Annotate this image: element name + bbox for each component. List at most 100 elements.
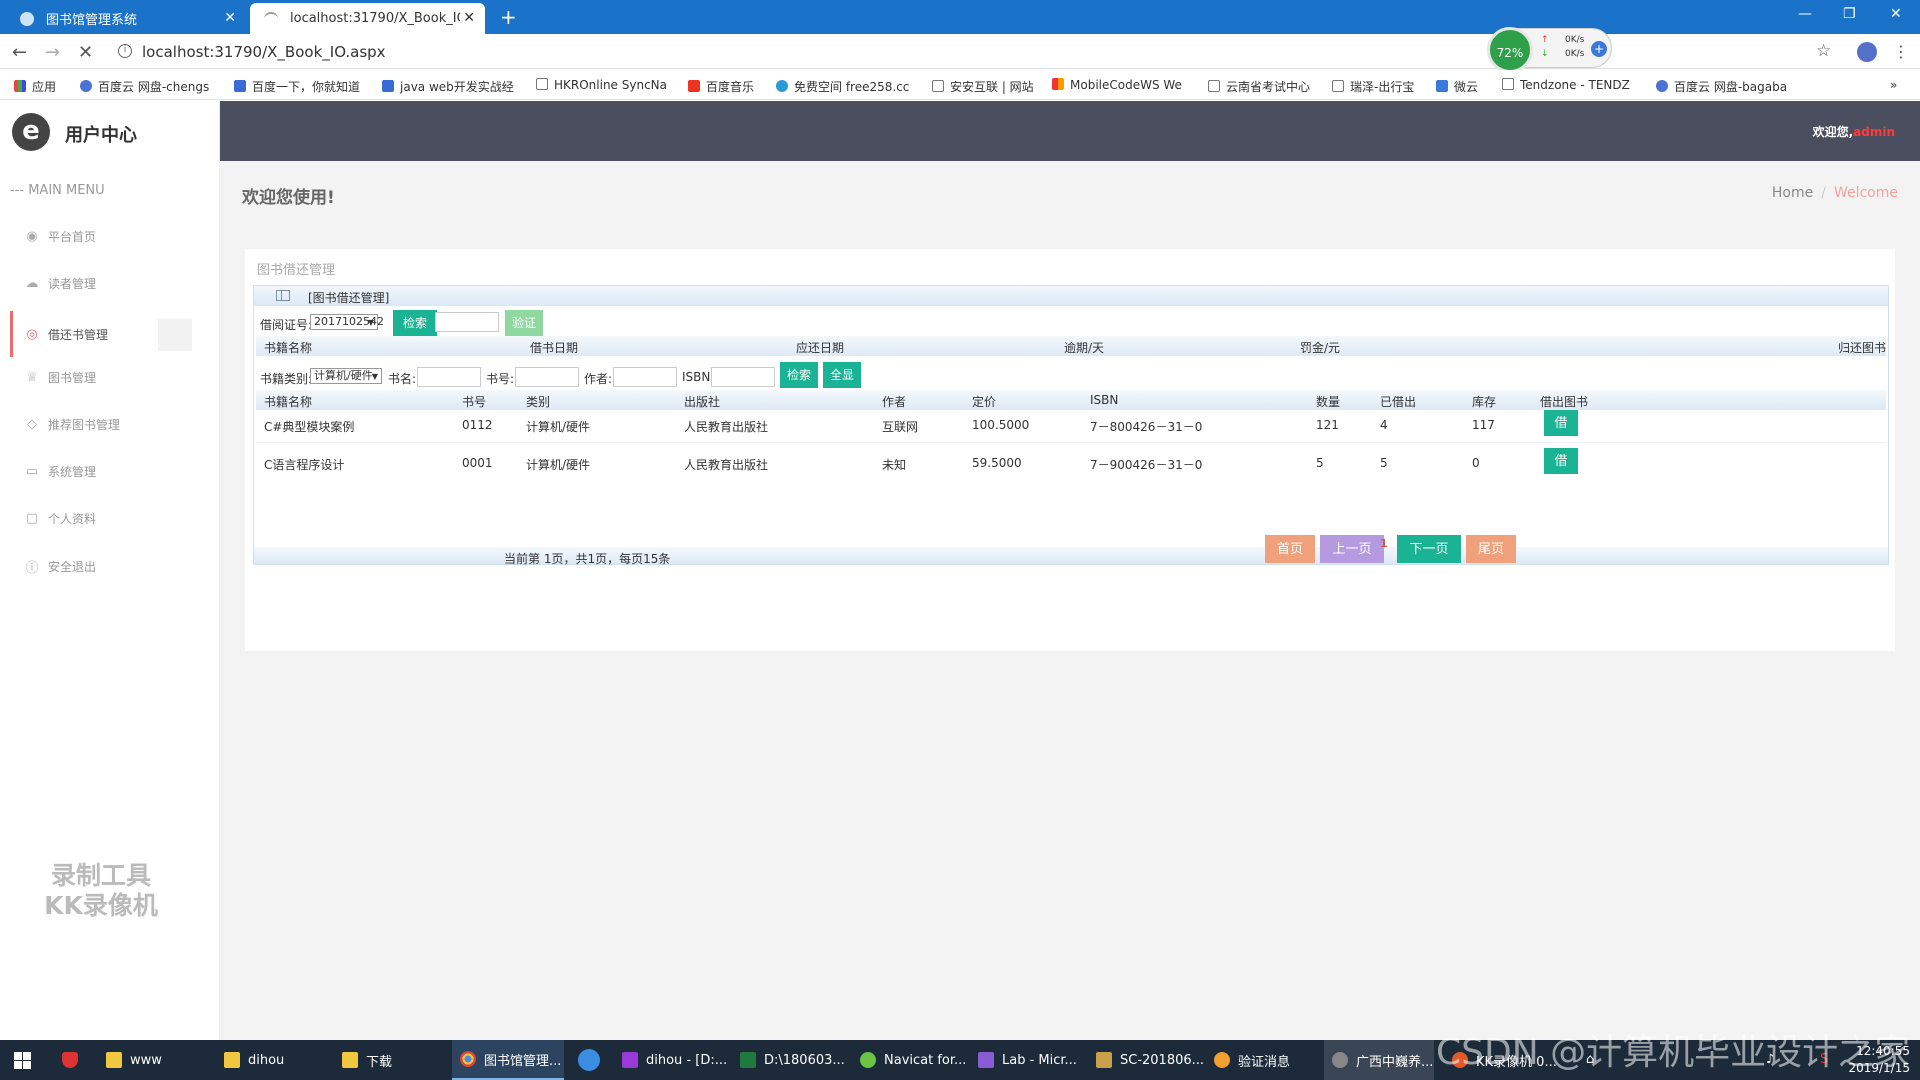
taskbar-item[interactable]: dihou xyxy=(224,1040,284,1080)
cell-author: 未知 xyxy=(882,458,907,472)
page-header: 欢迎您使用! Home / Welcome xyxy=(220,161,1920,223)
sidebar-item-recommend[interactable]: ◇ 推荐图书管理 xyxy=(24,409,194,439)
taskbar-item[interactable]: Navicat for... xyxy=(860,1040,966,1080)
card-label: 借阅证号: xyxy=(260,318,313,332)
taskbar-item[interactable]: 下载 xyxy=(342,1040,392,1080)
sidebar-item-profile[interactable]: ▢ 个人资料 xyxy=(24,503,194,533)
gear-icon xyxy=(1332,1052,1348,1068)
bookmark-item[interactable]: java web开发实战经 xyxy=(382,78,514,95)
forward-icon[interactable]: → xyxy=(45,42,60,63)
tab-close-icon[interactable]: ✕ xyxy=(463,10,475,26)
minimize-icon[interactable]: — xyxy=(1798,6,1812,22)
cell-price: 59.5000 xyxy=(972,456,1022,470)
bookmark-item[interactable]: 云南省考试中心 xyxy=(1208,78,1310,95)
bookmark-item[interactable]: 应用 xyxy=(14,78,56,95)
inner-panel: [图书借还管理] 借阅证号: 2017102542 检索 验证 书籍名称 借书日… xyxy=(253,285,1889,553)
cell-publisher: 人民教育出版社 xyxy=(684,420,769,434)
bookmark-item[interactable]: 瑞泽-出行宝 xyxy=(1332,78,1414,95)
borrow-book-button[interactable]: 借 xyxy=(1544,448,1578,474)
tab-book-io[interactable]: localhost:31790/X_Book_IO.as ✕ xyxy=(250,3,485,34)
book-name-input[interactable] xyxy=(417,367,481,387)
sidebar-item-home[interactable]: ◉ 平台首页 xyxy=(24,221,194,251)
book-search-button[interactable]: 检索 xyxy=(780,362,818,388)
taskbar-item[interactable]: 验证消息 xyxy=(1214,1040,1290,1080)
sidebar-item-system[interactable]: ▭ 系统管理 xyxy=(24,456,194,486)
prev-page-button[interactable]: 上一页 xyxy=(1320,535,1384,563)
url-input[interactable]: localhost:31790/X_Book_IO.aspx xyxy=(142,43,386,61)
sidebar-item-books[interactable]: ♕ 图书管理 xyxy=(24,362,194,392)
shield-app-icon[interactable] xyxy=(62,1040,86,1080)
last-page-button[interactable]: 尾页 xyxy=(1466,535,1516,563)
verify-input[interactable] xyxy=(435,312,499,332)
menu-title: --- MAIN MENU xyxy=(10,183,105,198)
column-header: 库存 xyxy=(1472,395,1497,409)
column-header: 书号 xyxy=(462,395,487,409)
next-page-button[interactable]: 下一页 xyxy=(1397,535,1461,563)
cell-stock: 0 xyxy=(1472,456,1480,470)
author-input[interactable] xyxy=(613,367,677,387)
speed-plus-icon[interactable]: + xyxy=(1591,41,1607,57)
borrow-search-button[interactable]: 检索 xyxy=(393,310,437,336)
bookmark-item[interactable]: 百度云 网盘-bagaba xyxy=(1656,78,1787,95)
bookmark-item[interactable]: 免费空间 free258.cc xyxy=(776,78,909,95)
borrow-book-button[interactable]: 借 xyxy=(1544,410,1578,436)
breadcrumb-current: Welcome xyxy=(1833,185,1898,201)
isbn-input[interactable] xyxy=(711,367,775,387)
column-header: 作者 xyxy=(882,395,907,409)
message-icon xyxy=(1214,1052,1230,1068)
sidebar-item-readers[interactable]: ☁ 读者管理 xyxy=(24,268,194,298)
cell-stock: 117 xyxy=(1472,418,1495,432)
cloud-icon xyxy=(80,80,92,92)
network-speed-widget[interactable]: 72% 0K/s 0K/s ↑ ↓ + xyxy=(1487,27,1612,73)
isbn-label: ISBN: xyxy=(682,370,715,384)
bookmark-item[interactable]: 百度云 网盘-chengs xyxy=(80,78,209,95)
windows-start-icon[interactable] xyxy=(14,1052,31,1069)
bookmark-item[interactable]: 百度音乐 xyxy=(688,78,754,95)
book-no-input[interactable] xyxy=(515,367,579,387)
username[interactable]: admin xyxy=(1853,125,1895,139)
page-icon xyxy=(1502,78,1514,90)
restore-icon[interactable]: ❐ xyxy=(1843,6,1856,22)
verify-button[interactable]: 验证 xyxy=(505,310,543,336)
tab-close-icon[interactable]: ✕ xyxy=(224,10,236,26)
profile-avatar[interactable] xyxy=(1857,42,1877,62)
bookmark-item[interactable]: 百度一下，你就知道 xyxy=(234,78,360,95)
site-info-icon[interactable]: i xyxy=(118,44,132,58)
page-loading-icon xyxy=(264,12,278,26)
stop-reload-icon[interactable]: ✕ xyxy=(78,42,93,63)
back-icon[interactable]: ← xyxy=(12,42,27,63)
bookmark-item[interactable]: Tendzone - TENDZ xyxy=(1502,78,1630,92)
bookmark-item[interactable]: 安安互联 | 网站 xyxy=(932,78,1034,95)
tab-library-system[interactable]: 图书馆管理系统 ✕ xyxy=(6,3,246,34)
logo-icon: e xyxy=(12,113,50,151)
sidebar-item-borrow-return[interactable]: ◎ 借还书管理 xyxy=(10,311,194,357)
cell-qty: 5 xyxy=(1316,456,1324,470)
bookmark-item[interactable]: HKROnline SyncNa xyxy=(536,78,667,92)
bookmarks-overflow-icon[interactable]: » xyxy=(1890,78,1897,92)
cloud-icon: ☁ xyxy=(25,275,39,291)
taskbar-item[interactable]: 图书馆管理... xyxy=(452,1040,564,1080)
first-page-button[interactable]: 首页 xyxy=(1265,535,1315,563)
browser-icon[interactable] xyxy=(578,1040,608,1080)
bookmark-item[interactable]: MobileCodeWS We xyxy=(1052,78,1182,92)
show-all-button[interactable]: 全显 xyxy=(823,362,861,388)
bookmark-star-icon[interactable]: ☆ xyxy=(1816,41,1831,61)
breadcrumb-home[interactable]: Home xyxy=(1772,185,1813,201)
sidebar-item-logout[interactable]: ⓘ 安全退出 xyxy=(24,551,194,581)
taskbar-item[interactable]: dihou - [D:... xyxy=(622,1040,727,1080)
bookmark-item[interactable]: 微云 xyxy=(1436,78,1478,95)
page-title: 欢迎您使用! xyxy=(242,188,335,208)
taskbar-item[interactable]: SC-201806... xyxy=(1096,1040,1204,1080)
taskbar-item[interactable]: 广西中巍养... xyxy=(1324,1040,1434,1080)
taskbar-item[interactable]: Lab - Micr... xyxy=(978,1040,1077,1080)
new-tab-icon[interactable]: + xyxy=(500,5,517,29)
window-close-icon[interactable]: ✕ xyxy=(1890,6,1902,22)
category-select[interactable]: 计算机/硬件 xyxy=(310,368,382,384)
taskbar-item[interactable]: www xyxy=(106,1040,162,1080)
cell-name: C#典型模块案例 xyxy=(264,420,355,434)
csdn-watermark: CSDN @计算机毕业设计之家 xyxy=(1436,1032,1911,1073)
taskbar-item[interactable]: D:\180603... xyxy=(740,1040,845,1080)
browser-menu-icon[interactable]: ⋮ xyxy=(1893,42,1909,61)
trophy-icon: ♕ xyxy=(26,369,38,385)
card-number-select[interactable]: 2017102542 xyxy=(310,314,384,330)
